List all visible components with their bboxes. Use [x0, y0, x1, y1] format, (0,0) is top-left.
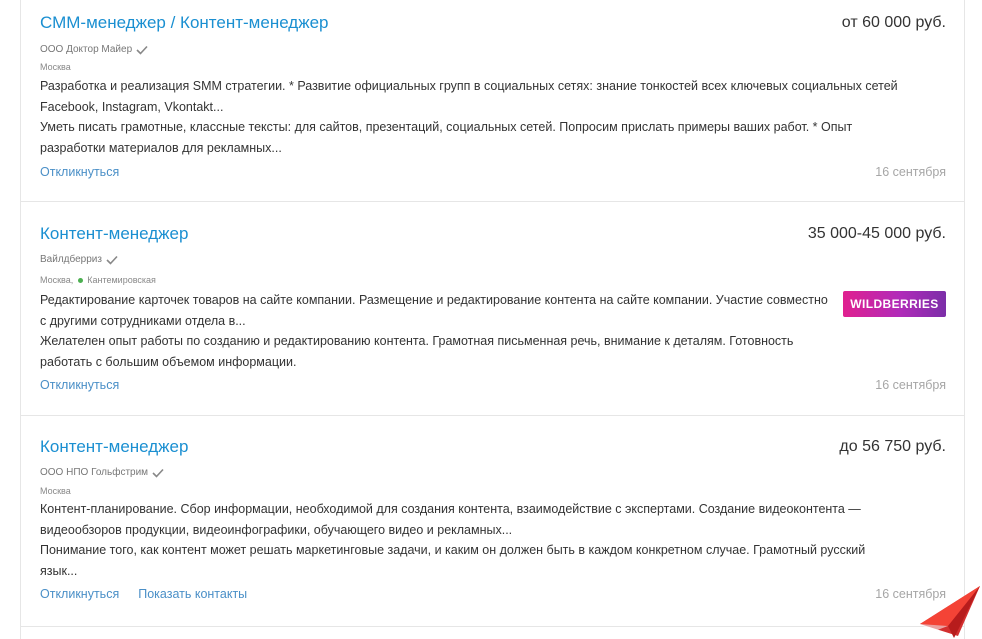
respond-button[interactable]: Откликнуться [40, 165, 119, 179]
vacancy-description: Разработка и реализация SMM стратегии. *… [40, 76, 900, 158]
vacancy-responsibilities: Разработка и реализация SMM стратегии. *… [40, 79, 898, 114]
company-label: Вайлдберриз [40, 254, 102, 265]
logo-text: WILDBERRIES [850, 297, 939, 311]
vacancy-description: Редактирование карточек товаров на сайте… [40, 290, 830, 372]
vacancy-date: 16 сентября [875, 165, 946, 179]
city-label: Москва, [40, 275, 74, 285]
wildberries-logo[interactable]: WILDBERRIES [843, 291, 946, 317]
city-label: Москва [40, 486, 71, 496]
vacancy-card: Контент-менеджер 35 000-45 000 руб. Вайл… [21, 201, 964, 416]
vacancy-list: СММ-менеджер / Контент-менеджер от 60 00… [20, 0, 965, 639]
vacancy-responsibilities: Редактирование карточек товаров на сайте… [40, 293, 828, 328]
respond-button[interactable]: Откликнуться [40, 378, 119, 392]
paper-plane-icon[interactable] [918, 582, 982, 639]
check-icon [152, 468, 164, 478]
company-name[interactable]: ООО НПО Гольфстрим [40, 467, 164, 478]
vacancy-description: Контент-планирование. Сбор информации, н… [40, 499, 900, 581]
respond-button[interactable]: Откликнуться [40, 587, 119, 601]
vacancy-actions: Откликнуться [40, 378, 119, 392]
vacancy-salary: до 56 750 руб. [839, 438, 946, 455]
vacancy-card: Контент-менеджер до 56 750 руб. ООО НПО … [21, 415, 964, 627]
vacancy-title[interactable]: Контент-менеджер [40, 437, 188, 457]
metro-label: Кантемировская [87, 275, 156, 285]
company-name[interactable]: ООО Доктор Майер [40, 44, 148, 55]
metro-dot-icon [78, 277, 84, 283]
company-label: ООО НПО Гольфстрим [40, 467, 149, 478]
vacancy-location: Москва [40, 486, 71, 496]
vacancy-requirements: Понимание того, как контент может решать… [40, 543, 866, 578]
vacancy-requirements: Уметь писать грамотные, классные тексты:… [40, 120, 853, 155]
city-label: Москва [40, 62, 71, 72]
check-icon [136, 45, 148, 55]
vacancy-location: Москва [40, 62, 71, 72]
vacancy-title[interactable]: Контент-менеджер [40, 224, 188, 244]
vacancy-salary: от 60 000 руб. [841, 14, 946, 31]
vacancy-actions: Откликнуться [40, 165, 119, 179]
vacancy-requirements: Желателен опыт работы по созданию и реда… [40, 334, 794, 369]
vacancy-date: 16 сентября [875, 378, 946, 392]
vacancy-actions: Откликнуться Показать контакты [40, 587, 247, 601]
check-icon [106, 255, 118, 265]
company-label: ООО Доктор Майер [40, 44, 133, 55]
company-name[interactable]: Вайлдберриз [40, 254, 118, 265]
vacancy-responsibilities: Контент-планирование. Сбор информации, н… [40, 502, 861, 537]
vacancy-card: СММ-менеджер / Контент-менеджер от 60 00… [21, 0, 964, 202]
vacancy-location: Москва, Кантемировская [40, 275, 156, 285]
vacancy-title[interactable]: СММ-менеджер / Контент-менеджер [40, 13, 329, 33]
vacancy-salary: 35 000-45 000 руб. [807, 225, 946, 242]
show-contacts-button[interactable]: Показать контакты [138, 587, 247, 601]
